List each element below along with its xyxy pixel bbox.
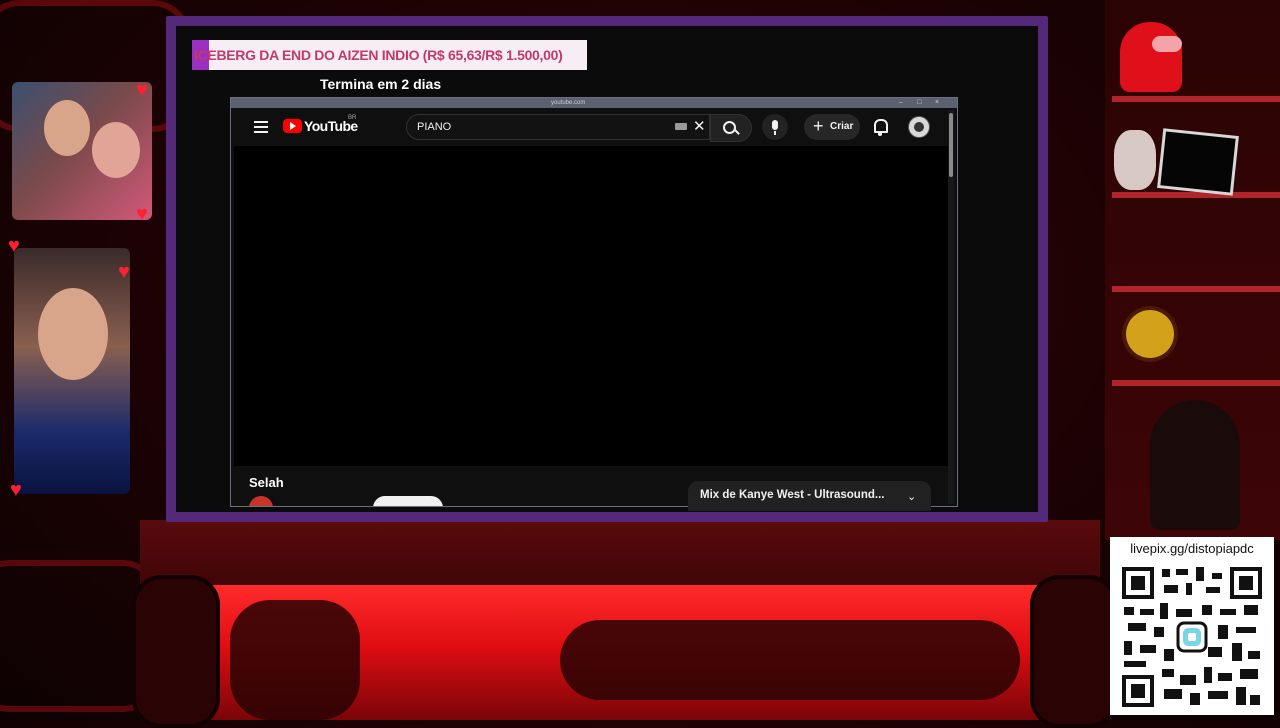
heart-icon: ♥ bbox=[118, 261, 130, 283]
search-button[interactable] bbox=[710, 114, 752, 142]
doll-figure bbox=[1150, 400, 1240, 530]
create-button[interactable]: + Criar bbox=[804, 114, 860, 140]
video-owner-row bbox=[249, 496, 469, 506]
channel-title[interactable]: Selah bbox=[249, 475, 284, 490]
donation-goal-text: ICEBERG DA END DO AIZEN INDIO (R$ 65,63/… bbox=[194, 47, 563, 63]
scrollbar-thumb[interactable] bbox=[949, 113, 953, 177]
browser-titlebar: youtube.com – □ × bbox=[231, 98, 957, 108]
account-avatar[interactable] bbox=[908, 116, 930, 138]
crewmate-figure bbox=[1120, 22, 1182, 92]
person-face bbox=[38, 288, 108, 380]
heart-icon: ♥ bbox=[10, 479, 22, 501]
window-close-icon[interactable]: × bbox=[935, 99, 942, 106]
webcam-duo bbox=[12, 82, 152, 220]
mix-playlist-panel[interactable]: Mix de Kanye West - Ultrasound... ⌄ bbox=[688, 481, 931, 511]
shelf bbox=[1112, 380, 1280, 386]
person-face bbox=[44, 100, 90, 156]
voice-search-button[interactable] bbox=[762, 114, 788, 140]
heart-icon: ♥ bbox=[8, 235, 20, 257]
maximize-icon[interactable]: □ bbox=[917, 99, 924, 106]
livepix-url: livepix.gg/distopiapdc bbox=[1130, 541, 1254, 556]
tube-end-right bbox=[1030, 575, 1118, 728]
crewmate-visor bbox=[1152, 36, 1182, 52]
browser-window: youtube.com – □ × YouTube BR ✕ + Criar bbox=[230, 97, 958, 511]
create-label: Criar bbox=[830, 121, 854, 132]
shelf bbox=[1112, 286, 1280, 292]
address-bar[interactable]: youtube.com bbox=[551, 98, 585, 108]
close-icon[interactable]: ✕ bbox=[693, 118, 706, 135]
search-box[interactable]: ✕ bbox=[406, 114, 710, 140]
youtube-header: YouTube BR ✕ + Criar bbox=[234, 109, 948, 145]
webcam-single bbox=[14, 248, 130, 494]
person-face bbox=[92, 122, 140, 178]
chevron-down-icon[interactable]: ⌄ bbox=[907, 490, 916, 503]
lying-figure bbox=[560, 620, 1020, 700]
plus-icon: + bbox=[813, 116, 824, 136]
microphone-icon bbox=[772, 120, 778, 130]
keyboard-icon[interactable] bbox=[675, 123, 687, 130]
heart-icon: ♥ bbox=[136, 203, 148, 225]
shelf bbox=[1112, 96, 1280, 102]
bell-icon[interactable] bbox=[874, 119, 888, 133]
region-code: BR bbox=[348, 115, 357, 121]
donation-goal-bar: ICEBERG DA END DO AIZEN INDIO (R$ 65,63/… bbox=[192, 40, 587, 70]
goal-deadline: Termina em 2 dias bbox=[320, 76, 442, 92]
youtube-logo-icon[interactable] bbox=[283, 119, 302, 133]
mix-title[interactable]: Mix de Kanye West - Ultrasound... bbox=[700, 489, 884, 501]
shelf bbox=[1112, 192, 1280, 198]
search-icon bbox=[723, 121, 736, 134]
mask-figure bbox=[1114, 130, 1156, 190]
spiky-ornament bbox=[1126, 310, 1174, 358]
search-input[interactable] bbox=[417, 115, 657, 139]
tube-end-left bbox=[132, 575, 220, 728]
menu-icon[interactable] bbox=[254, 121, 268, 133]
minimize-icon[interactable]: – bbox=[899, 99, 906, 106]
heart-icon: ♥ bbox=[136, 79, 148, 101]
creature-figure bbox=[230, 600, 360, 720]
channel-avatar[interactable] bbox=[249, 496, 273, 506]
livepix-panel: livepix.gg/distopiapdc bbox=[1110, 537, 1274, 715]
qr-code bbox=[1120, 565, 1264, 709]
video-player[interactable] bbox=[234, 146, 948, 466]
subscribe-button[interactable] bbox=[373, 496, 443, 506]
picture-frame bbox=[1157, 128, 1239, 196]
